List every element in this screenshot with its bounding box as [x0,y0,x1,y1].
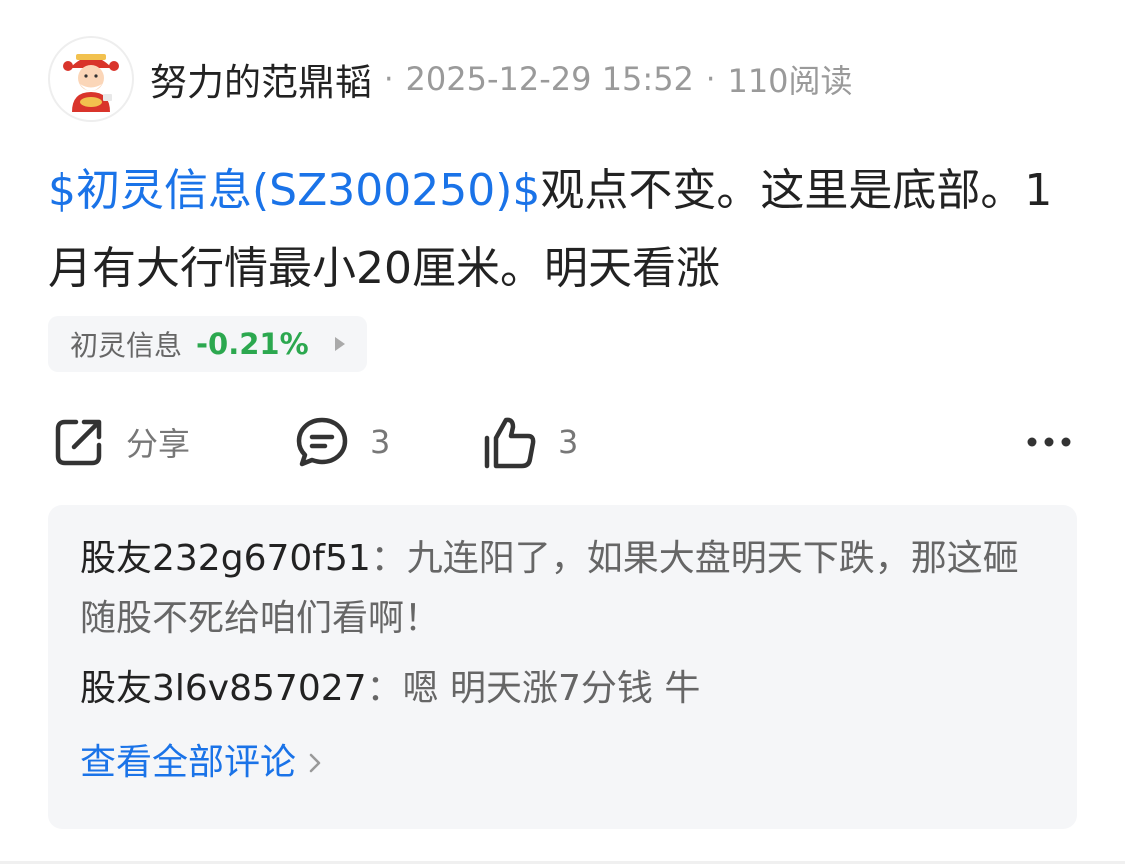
comment-separator: ： [370,538,407,579]
meta-separator: · [705,61,716,97]
more-button[interactable] [1026,410,1072,474]
post-card: 努力的范鼎韬 · 2025-12-29 15:52 · 110阅读 $初灵信息(… [0,0,1125,864]
thumbs-up-icon [484,417,536,469]
stock-link[interactable]: $初灵信息(SZ300250)$ [48,165,540,216]
comment-count: 3 [370,423,391,461]
stock-chip-name: 初灵信息 [70,329,183,362]
comment-item[interactable]: 股友232g670f51：九连阳了，如果大盘明天下跌，那这砸随股不死给咱们看啊！ [80,529,1045,649]
comments-panel: 股友232g670f51：九连阳了，如果大盘明天下跌，那这砸随股不死给咱们看啊！… [48,505,1077,829]
stock-chip-change: -0.21% [196,327,309,361]
share-button[interactable]: 分享 [52,410,190,474]
share-label: 分享 [126,425,191,463]
avatar-icon [63,54,119,112]
chevron-right-icon [309,753,321,773]
comment-button[interactable]: 3 [294,410,390,474]
comment-separator: ： [366,668,403,709]
post-timestamp: 2025-12-29 15:52 [405,60,694,98]
more-dots-icon [1027,437,1071,447]
play-icon [334,337,345,351]
read-count: 110阅读 [727,62,853,100]
comment-author[interactable]: 股友232g670f51 [80,538,371,579]
share-icon [55,419,102,466]
post-header: 努力的范鼎韬 · 2025-12-29 15:52 · 110阅读 [48,35,853,123]
avatar[interactable] [48,36,134,122]
comment-icon [296,417,348,467]
author-name[interactable]: 努力的范鼎韬 [150,52,372,106]
post-content: $初灵信息(SZ300250)$观点不变。这里是底部。1月有大行情最小20厘米。… [48,152,1078,308]
meta-separator: · [384,61,394,97]
comment-text: 嗯 明天涨7分钱 牛 [402,668,701,709]
view-all-label: 查看全部评论 [80,742,297,783]
stock-chip[interactable]: 初灵信息 -0.21% [48,316,367,372]
view-all-comments-link[interactable]: 查看全部评论 [80,733,1045,793]
like-button[interactable]: 3 [482,410,578,474]
like-count: 3 [558,423,579,461]
comment-item[interactable]: 股友3l6v857027：嗯 明天涨7分钱 牛 [80,659,1045,719]
comment-author[interactable]: 股友3l6v857027 [80,668,367,709]
post-meta: 努力的范鼎韬 · 2025-12-29 15:52 · 110阅读 [150,52,853,106]
action-bar: 分享 3 3 [52,410,1072,474]
